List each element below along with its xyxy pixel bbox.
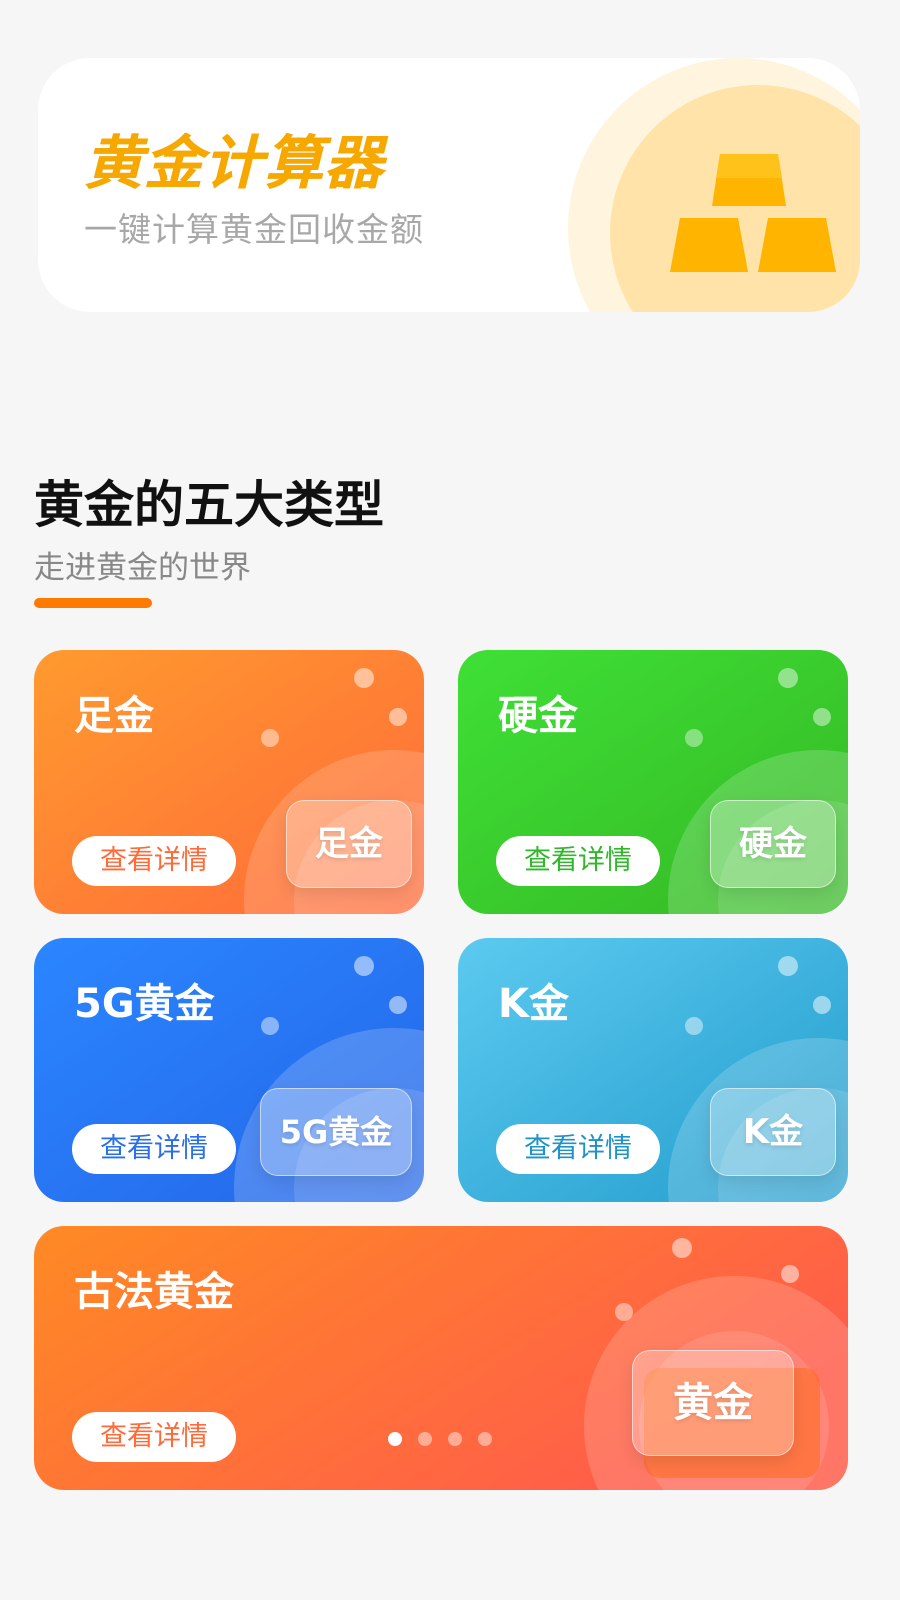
calculator-subtitle: 一键计算黄金回收金额	[84, 210, 424, 249]
page-dot-active[interactable]	[388, 1432, 402, 1446]
card-k-gold[interactable]: K金 查看详情 K金	[458, 938, 848, 1202]
section-subtitle: 走进黄金的世界	[34, 550, 251, 586]
view-details-button[interactable]: 查看详情	[72, 1412, 236, 1462]
view-details-button[interactable]: 查看详情	[496, 1124, 660, 1174]
card-tag: 足金	[286, 800, 412, 888]
page-dot[interactable]	[448, 1432, 462, 1446]
view-details-button[interactable]: 查看详情	[72, 836, 236, 886]
page-dot[interactable]	[418, 1432, 432, 1446]
card-yingjin[interactable]: 硬金 查看详情 硬金	[458, 650, 848, 914]
card-5g-gold[interactable]: 5G黄金 查看详情 5G黄金	[34, 938, 424, 1202]
card-title: 硬金	[498, 693, 578, 739]
gold-bars-icon	[558, 58, 860, 312]
card-title: 古法黄金	[74, 1269, 234, 1315]
card-title: 5G黄金	[74, 981, 215, 1027]
card-tag: K金	[710, 1088, 836, 1176]
card-title: K金	[498, 981, 569, 1027]
view-details-button[interactable]: 查看详情	[496, 836, 660, 886]
card-title: 足金	[74, 693, 154, 739]
gold-calculator-banner[interactable]: 黄金计算器 一键计算黄金回收金额	[38, 58, 860, 312]
card-ancient-gold[interactable]: 古法黄金 查看详情 黄金	[34, 1226, 848, 1490]
view-details-button[interactable]: 查看详情	[72, 1124, 236, 1174]
card-tag: 黄金	[632, 1350, 794, 1456]
card-tag: 硬金	[710, 800, 836, 888]
calculator-title: 黄金计算器	[84, 129, 385, 197]
section-title: 黄金的五大类型	[34, 476, 384, 534]
card-zujin[interactable]: 足金 查看详情 足金	[34, 650, 424, 914]
page-dot[interactable]	[478, 1432, 492, 1446]
card-tag: 5G黄金	[260, 1088, 412, 1176]
section-underline	[34, 598, 152, 608]
